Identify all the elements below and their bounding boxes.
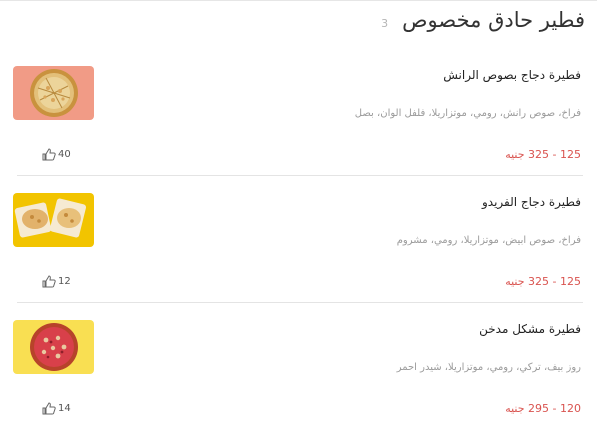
top-divider (0, 0, 597, 1)
thumbs-up-icon (42, 148, 56, 161)
item-price: 125 - 325 جنيه (505, 148, 581, 161)
menu-item[interactable]: فطيرة دجاج بصوص الرانش فراخ، صوص رانش، ر… (0, 60, 597, 178)
item-name: فطيرة دجاج بصوص الرانش (443, 68, 581, 82)
menu-item[interactable]: فطيرة دجاج الفريدو فراخ، صوص ابيض، موتزا… (0, 187, 597, 305)
item-price: 120 - 295 جنيه (505, 402, 581, 415)
like-button[interactable]: 14 (42, 402, 71, 415)
item-description: فراخ، صوص رانش، رومي، موتزاريلا، فلفل ال… (354, 108, 581, 119)
item-divider (17, 175, 583, 176)
menu-item[interactable]: فطيرة مشكل مدخن روز بيف، تركي، رومي، موت… (0, 314, 597, 432)
item-name: فطيرة مشكل مدخن (479, 322, 581, 336)
item-description: فراخ، صوص ابيض، موتزاريلا، رومي، مشروم (396, 235, 581, 246)
item-image[interactable] (13, 66, 94, 120)
thumbs-up-icon (42, 275, 56, 288)
like-count: 12 (58, 276, 71, 287)
like-button[interactable]: 12 (42, 275, 71, 288)
section-title: فطير حادق مخصوص (402, 8, 585, 32)
section-count: 3 (381, 16, 389, 30)
item-divider (17, 302, 583, 303)
like-count: 40 (58, 149, 71, 160)
like-button[interactable]: 40 (42, 148, 71, 161)
item-description: روز بيف، تركي، رومي، موتزاريلا، شيدر احم… (396, 362, 581, 373)
item-price: 125 - 325 جنيه (505, 275, 581, 288)
like-count: 14 (58, 403, 71, 414)
section-header: فطير حادق مخصوص 3 (381, 8, 585, 32)
item-image[interactable] (13, 320, 94, 374)
item-image[interactable] (13, 193, 94, 247)
thumbs-up-icon (42, 402, 56, 415)
item-name: فطيرة دجاج الفريدو (481, 195, 581, 209)
